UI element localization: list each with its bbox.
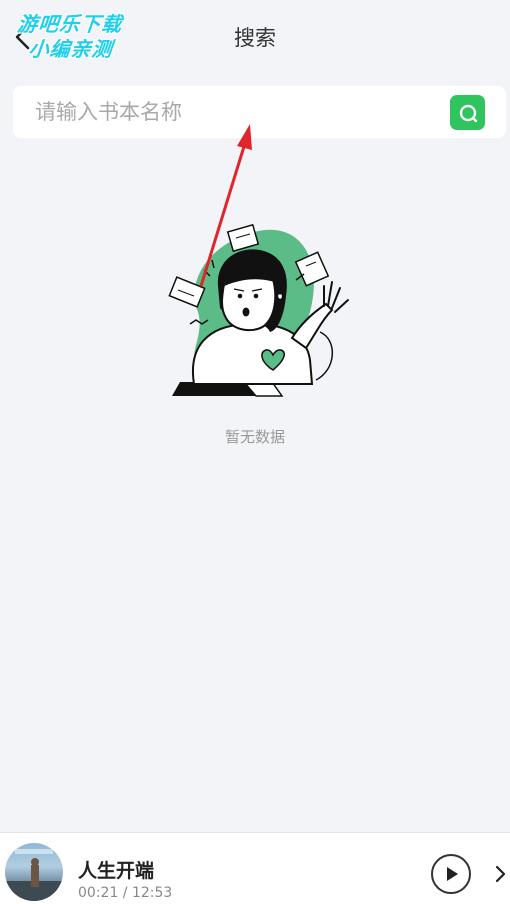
watermark-line1: 游吧乐下载	[16, 12, 124, 36]
search-icon	[459, 104, 477, 122]
empty-state-text: 暂无数据	[224, 428, 285, 446]
watermark-line2: 小编亲测	[27, 37, 114, 61]
search-box	[13, 86, 506, 138]
search-button[interactable]	[450, 95, 485, 130]
search-input[interactable]	[35, 86, 435, 138]
chevron-right-icon[interactable]	[492, 864, 508, 884]
empty-state-illustration	[168, 223, 349, 397]
play-button[interactable]	[431, 854, 471, 894]
play-icon	[447, 867, 458, 881]
track-time: 00:21 / 12:53	[78, 885, 173, 901]
header: 搜索 游吧乐下载 小编亲测	[0, 0, 510, 74]
watermark-logo: 游吧乐下载 小编亲测	[5, 12, 150, 62]
album-cover[interactable]	[5, 843, 63, 901]
track-title: 人生开端	[78, 860, 155, 882]
